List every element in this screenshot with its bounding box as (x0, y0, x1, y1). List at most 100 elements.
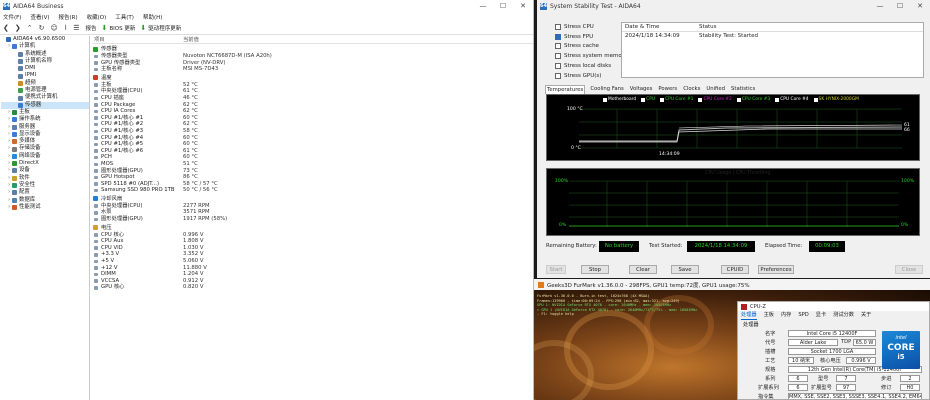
close-button[interactable]: ✕ (513, 2, 533, 10)
report-icon[interactable]: ☰ (73, 24, 79, 32)
tree-item[interactable]: › 配置 (1, 189, 89, 196)
sensor-row[interactable]: GPU 核心 0.820 V (92, 284, 533, 291)
sensor-row[interactable]: GPU 传感器类型 Driver (NV-DRV) (92, 60, 533, 67)
stress-checkbox[interactable]: Stress system memory (555, 51, 627, 61)
cpuz-tab[interactable]: 关于 (861, 311, 871, 320)
sensor-row[interactable]: GPU Hotspot 86 °C (92, 174, 533, 181)
checkbox-icon[interactable] (555, 33, 561, 40)
menu-help[interactable]: 帮助(H) (143, 13, 162, 21)
close-dialog-button[interactable]: Close (895, 265, 923, 274)
sensor-row[interactable]: CPU Package 62 °C (92, 102, 533, 109)
stress-checkbox[interactable]: Stress FPU (555, 32, 627, 42)
checkbox-icon[interactable] (555, 72, 561, 79)
value-column-header[interactable]: 当前值 (183, 36, 199, 43)
sensor-row[interactable]: 中央处理器(CPU) 61 °C (92, 88, 533, 95)
tree-item[interactable]: › 性能测试 (1, 204, 89, 211)
refresh-icon[interactable]: ↻ (39, 24, 45, 32)
sensor-row[interactable]: CPU VID 1.030 V (92, 245, 533, 252)
stress-checkbox[interactable]: Stress CPU (555, 22, 627, 32)
tree-item[interactable]: 便携式计算机 (1, 94, 89, 101)
preferences-button[interactable]: Preferences (758, 265, 794, 274)
forward-icon[interactable]: ❯ (15, 24, 21, 32)
checkbox-icon[interactable] (555, 53, 561, 60)
tree-item[interactable]: › 软件 (1, 175, 89, 182)
sensor-row[interactable]: CPU #1/核心 #1 60 °C (92, 115, 533, 122)
sensor-row[interactable]: CPU 插座 46 °C (92, 95, 533, 102)
stress-checkbox[interactable]: Stress GPU(s) (555, 71, 627, 81)
bios-update-icon[interactable]: ⬇ (102, 24, 108, 32)
checkbox-icon[interactable] (555, 23, 561, 30)
sensor-row[interactable]: DIMM 1.204 V (92, 271, 533, 278)
sensor-row[interactable]: +12 V 11.880 V (92, 265, 533, 272)
report-button[interactable]: 报告 (86, 24, 97, 32)
sensor-row[interactable]: MOS 51 °C (92, 161, 533, 168)
back-icon[interactable]: ❮ (3, 24, 9, 32)
sensor-row[interactable]: 水泵 3571 RPM (92, 209, 533, 216)
menu-file[interactable]: 文件(F) (3, 13, 21, 21)
bios-update-button[interactable]: BIOS 更新 (109, 24, 135, 32)
sensor-row[interactable]: SPD 5118 #0 (ADJT...) 58 °C / 57 °C (92, 181, 533, 188)
tree-item[interactable]: › 多媒体 (1, 138, 89, 145)
menu-report[interactable]: 报告(R) (59, 13, 78, 21)
menu-tools[interactable]: 工具(T) (115, 13, 134, 21)
sensor-row[interactable]: Samsung SSD 980 PRO 1TB 50 °C / 56 °C (92, 187, 533, 194)
tree-item[interactable]: › 存储设备 (1, 145, 89, 152)
graph-tab[interactable]: Temperatures (545, 85, 586, 94)
sensor-row[interactable]: 主板名称 MSI MS-7D43 (92, 66, 533, 73)
cpuz-tab[interactable]: 测试分数 (833, 311, 854, 320)
stress-checkbox[interactable]: Stress cache (555, 42, 627, 52)
field-column-header[interactable]: 项目 (92, 36, 183, 43)
sensor-row[interactable]: CPU #1/核心 #5 60 °C (92, 141, 533, 148)
tree-item[interactable]: › 安全性 (1, 182, 89, 189)
sensor-row[interactable]: CPU 核心 0.996 V (92, 232, 533, 239)
tree-item[interactable]: 计算机名称 (1, 58, 89, 65)
tree-item[interactable]: › 计算机 (1, 43, 89, 50)
sst-maximize-button[interactable]: ☐ (890, 2, 910, 10)
cpuid-button[interactable]: CPUID (721, 265, 749, 274)
tree-item[interactable]: 传感器 (1, 101, 89, 109)
sensor-row[interactable]: 图形处理器(GPU) 1917 RPM (58%) (92, 216, 533, 223)
stress-checkbox[interactable]: Stress local disks (555, 61, 627, 71)
sensor-row[interactable]: CPU #1/核心 #2 62 °C (92, 121, 533, 128)
cpuz-tab[interactable]: 内存 (781, 311, 791, 320)
tree-item[interactable]: › DirectX (1, 160, 89, 167)
cpuz-tab[interactable]: 处理器 (741, 311, 757, 320)
chart-icon[interactable]: ⌇ (64, 24, 67, 32)
sensor-row[interactable]: VCCSA 0.912 V (92, 278, 533, 285)
graph-tab[interactable]: Cooling Fans (589, 85, 624, 94)
minimize-button[interactable]: — (473, 2, 493, 10)
tree-item[interactable]: › 设备 (1, 167, 89, 174)
checkbox-icon[interactable] (555, 63, 561, 70)
graph-tab[interactable]: Voltages (629, 85, 654, 94)
tree-item[interactable]: IPMI (1, 72, 89, 79)
driver-update-button[interactable]: 驱动程序更新 (148, 24, 181, 32)
checkbox-icon[interactable] (555, 43, 561, 50)
tree-item[interactable]: AIDA64 v6.90.6500 (1, 36, 89, 43)
start-button[interactable]: Start (546, 265, 566, 274)
sensor-row[interactable]: +5 V 5.060 V (92, 258, 533, 265)
menu-view[interactable]: 查看(V) (30, 13, 49, 21)
tree-item[interactable]: › 主板 (1, 109, 89, 116)
graph-tab[interactable]: Unified (705, 85, 726, 94)
cpuz-tab[interactable]: 显卡 (816, 311, 826, 320)
sst-close-button[interactable]: ✕ (910, 2, 930, 10)
sensor-row[interactable]: 传感器类型 Nuvoton NCT6687D-M (ISA A20h) (92, 53, 533, 60)
sensor-row[interactable]: 中央处理器(CPU) 2277 RPM (92, 203, 533, 210)
tree-item[interactable]: › 显示设备 (1, 131, 89, 138)
cpuz-tab[interactable]: SPD (798, 311, 808, 320)
graph-tab[interactable]: Clocks (682, 85, 701, 94)
maximize-button[interactable]: ☐ (493, 2, 513, 10)
tree-item[interactable]: 超频 (1, 80, 89, 87)
user-icon[interactable]: ☺ (51, 24, 58, 32)
graph-tab[interactable]: Statistics (730, 85, 756, 94)
clear-button[interactable]: Clear (629, 265, 657, 274)
tree-item[interactable]: › 数据库 (1, 197, 89, 204)
cpuz-tab[interactable]: 主板 (764, 311, 774, 320)
sensor-row[interactable]: PCH 60 °C (92, 154, 533, 161)
tree-item[interactable]: 系统概述 (1, 51, 89, 58)
menu-favorites[interactable]: 收藏(O) (87, 13, 107, 21)
graph-tab[interactable]: Powers (657, 85, 678, 94)
save-button[interactable]: Save (671, 265, 699, 274)
sensor-row[interactable]: CPU IA Cores 62 °C (92, 108, 533, 115)
tree-item[interactable]: › 网络设备 (1, 153, 89, 160)
